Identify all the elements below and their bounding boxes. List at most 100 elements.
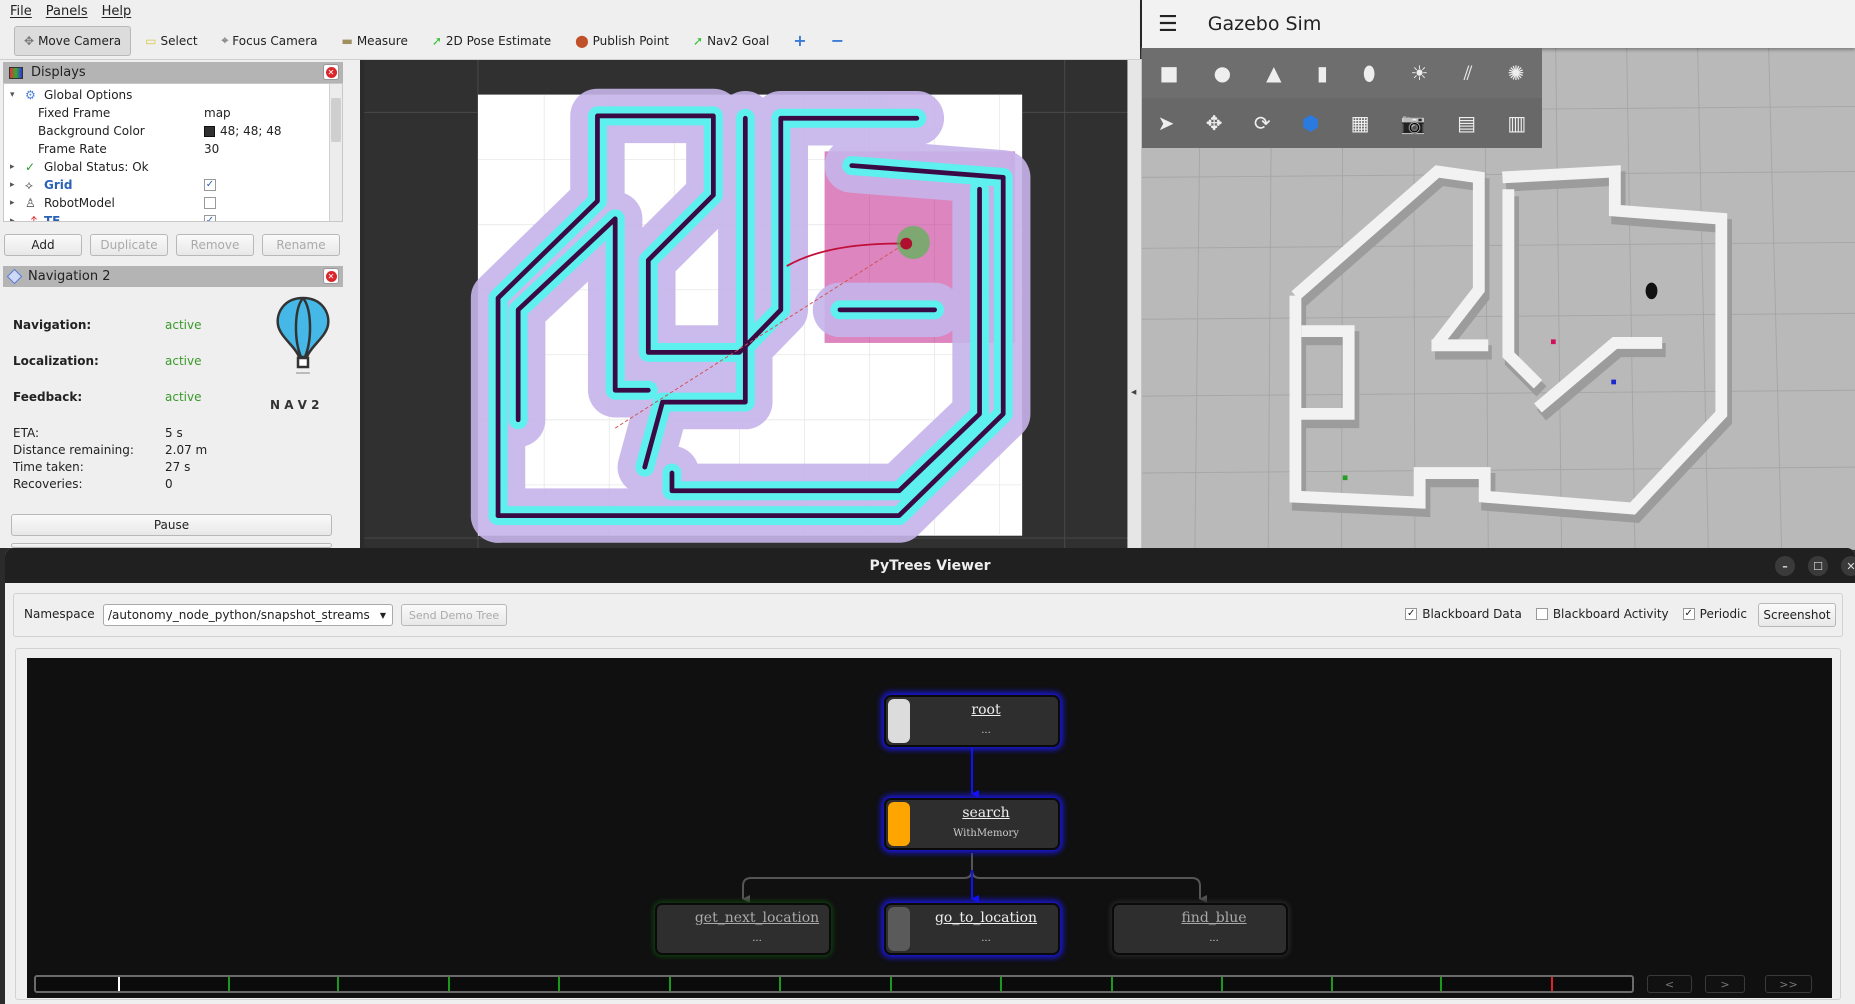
timeline-snapshot-marker[interactable] (1330, 977, 1333, 991)
display-value[interactable]: 30 (204, 142, 219, 156)
timeline-snapshot-marker[interactable] (117, 977, 120, 991)
tool-publish-point-button[interactable]: ⬤ Publish Point (565, 26, 679, 56)
display-row[interactable]: ▾ ⚙ Global Options (4, 86, 331, 104)
timeline-snapshot-marker[interactable] (558, 977, 561, 991)
collapse-arrow-icon[interactable]: ◂ (1131, 385, 1137, 398)
latest-snapshot-button[interactable]: >> (1765, 975, 1812, 993)
tree-node-root[interactable]: root... (884, 695, 1060, 747)
close-nav2-button[interactable]: ✕ (323, 268, 339, 284)
screenshot-button[interactable]: Screenshot (1758, 603, 1836, 627)
close-displays-button[interactable]: ✕ (323, 64, 339, 80)
timeline-snapshot-marker[interactable] (448, 977, 451, 991)
node-name[interactable]: search (914, 805, 1058, 821)
timeline-snapshot-marker[interactable] (669, 977, 672, 991)
expand-down-icon[interactable]: ▾ (10, 90, 20, 100)
timeline-snapshot-marker[interactable] (779, 977, 782, 991)
duplicate-display-button[interactable]: Duplicate (90, 234, 168, 256)
timeline-snapshot-marker[interactable] (1551, 977, 1554, 991)
rotate-icon[interactable]: ⟳ (1254, 111, 1271, 135)
display-row[interactable]: Fixed Frame map (4, 104, 331, 122)
display-row[interactable]: ▸ ✓ Global Status: Ok (4, 158, 331, 176)
minimize-button[interactable]: – (1775, 556, 1795, 576)
display-value[interactable]: 48; 48; 48 (220, 124, 282, 138)
camera-screenshot-icon[interactable]: 📷 (1401, 111, 1426, 135)
node-name[interactable]: go_to_location (914, 910, 1058, 926)
cone-icon[interactable]: ▲ (1266, 61, 1281, 85)
spot-light-icon[interactable]: ✺ (1508, 61, 1525, 85)
node-name[interactable]: root (914, 702, 1058, 718)
send-demo-tree-button[interactable]: Send Demo Tree (401, 604, 507, 626)
menu-panels[interactable]: Panels (46, 4, 88, 19)
display-enabled-checkbox[interactable]: ✓ (204, 215, 216, 221)
pause-button[interactable]: Pause (11, 514, 332, 536)
point-light-icon[interactable]: ☀ (1411, 61, 1429, 85)
tree-node-find-blue[interactable]: find_blue... (1112, 903, 1288, 955)
displays-tree[interactable]: ▾ ⚙ Global Options Fixed Frame map Background… (3, 83, 343, 222)
display-value[interactable]: map (204, 106, 231, 120)
maximize-button[interactable]: ☐ (1808, 556, 1828, 576)
timeline-scrubber[interactable] (34, 975, 1634, 993)
timeline-snapshot-marker[interactable] (1440, 977, 1443, 991)
translate-icon[interactable]: ✥ (1206, 111, 1223, 135)
expand-right-icon[interactable]: ▸ (10, 180, 20, 190)
next-snapshot-button[interactable]: > (1705, 975, 1745, 993)
copy-icon[interactable]: ▤ (1457, 111, 1476, 135)
capsule-icon[interactable]: ⬮ (1363, 61, 1376, 85)
color-swatch[interactable] (204, 125, 215, 137)
cylinder-icon[interactable]: ▮ (1317, 61, 1328, 85)
menu-help[interactable]: Help (102, 4, 132, 19)
display-row[interactable]: ▸ ⟡ Grid ✓ (4, 176, 331, 194)
expand-right-icon[interactable]: ▸ (10, 198, 20, 208)
remove-display-button[interactable]: Remove (176, 234, 254, 256)
node-name[interactable]: get_next_location (685, 910, 829, 926)
tree-node-go-to-location[interactable]: go_to_location... (884, 903, 1060, 955)
expand-right-icon[interactable]: ▸ (10, 216, 20, 221)
display-value-cell: ✓ (204, 215, 216, 221)
timeline-snapshot-marker[interactable] (890, 977, 893, 991)
timeline-snapshot-marker[interactable] (999, 977, 1002, 991)
tree-node-get-next-location[interactable]: get_next_location... (655, 903, 831, 955)
display-row[interactable]: ▸ ⤴ TF ✓ (4, 212, 331, 221)
display-label: RobotModel (44, 196, 115, 210)
display-enabled-checkbox[interactable]: ✓ (204, 179, 216, 191)
tool-minus-button[interactable]: − (821, 26, 854, 56)
sphere-icon[interactable]: ● (1214, 61, 1231, 85)
display-row[interactable]: Background Color 48; 48; 48 (4, 122, 331, 140)
menu-file[interactable]: File (10, 4, 32, 19)
tool-nav2-goal-button[interactable]: ➚ Nav2 Goal (683, 26, 779, 56)
rename-display-button[interactable]: Rename (262, 234, 340, 256)
display-enabled-checkbox[interactable] (204, 197, 216, 209)
tree-node-search[interactable]: search WithMemory (884, 798, 1060, 850)
scrollbar-thumb[interactable] (331, 98, 341, 142)
prev-snapshot-button[interactable]: < (1647, 975, 1692, 993)
blackboard-activity-checkbox[interactable]: Blackboard Activity (1535, 607, 1669, 621)
behavior-tree-canvas[interactable]: root... search WithMemory get_next_location… (27, 658, 1832, 998)
select-arrow-icon[interactable]: ➤ (1158, 111, 1175, 135)
hamburger-menu-icon[interactable]: ☰ (1158, 12, 1178, 37)
directional-light-icon[interactable]: ⫽ (1464, 61, 1473, 85)
timeline-snapshot-marker[interactable] (227, 977, 230, 991)
box-icon[interactable]: ■ (1160, 61, 1179, 85)
add-display-button[interactable]: Add (4, 234, 82, 256)
tool-plus-button[interactable]: + (783, 26, 816, 56)
periodic-checkbox[interactable]: ✓ Periodic (1682, 607, 1747, 621)
timeline-snapshot-marker[interactable] (1110, 977, 1113, 991)
timeline-snapshot-marker[interactable] (1220, 977, 1223, 991)
close-window-button[interactable]: ✕ (1841, 556, 1855, 576)
tool-2d-pose-estimate-button[interactable]: ➚ 2D Pose Estimate (422, 26, 561, 56)
tool-select-button[interactable]: ▭ Select (135, 26, 207, 56)
namespace-select[interactable]: /autonomy_node_python/snapshot_streams ▼ (103, 604, 393, 626)
tool-focus-camera-button[interactable]: ⌖ Focus Camera (212, 26, 328, 56)
transform-control-icon[interactable]: ⬢ (1302, 111, 1319, 135)
tool-measure-button[interactable]: ▬ Measure (331, 26, 417, 56)
tool-move-camera-button[interactable]: ✥ Move Camera (14, 25, 132, 56)
rviz-side-splitter[interactable] (1127, 59, 1142, 550)
blackboard-data-checkbox[interactable]: ✓ Blackboard Data (1405, 607, 1522, 621)
node-name[interactable]: find_blue (1142, 910, 1286, 926)
display-row[interactable]: ▸ ♙ RobotModel (4, 194, 331, 212)
paste-icon[interactable]: ▥ (1507, 111, 1526, 135)
display-row[interactable]: Frame Rate 30 (4, 140, 331, 158)
grid-snap-icon[interactable]: ▦ (1351, 111, 1370, 135)
timeline-snapshot-marker[interactable] (337, 977, 340, 991)
expand-right-icon[interactable]: ▸ (10, 162, 20, 172)
